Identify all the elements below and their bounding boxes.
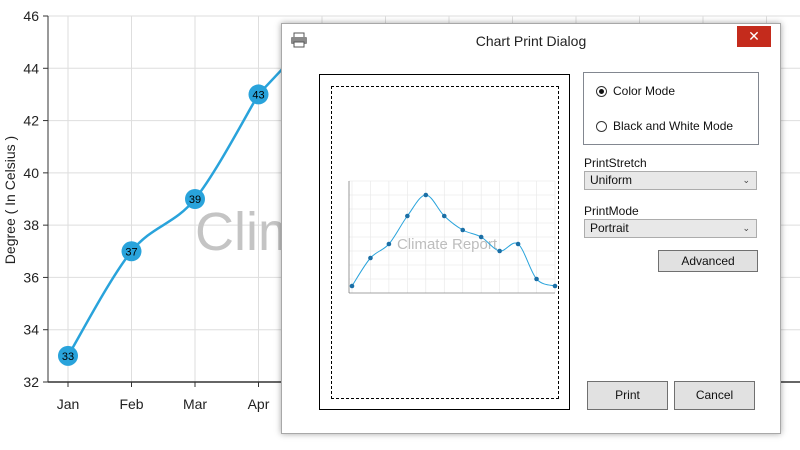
preview-data-point	[423, 192, 429, 198]
data-label: 43	[252, 89, 264, 101]
preview-data-point	[460, 227, 466, 233]
data-label: 37	[125, 246, 137, 258]
x-axis-ticks: Jan Feb Mar Apr	[57, 382, 270, 412]
preview-data-point	[515, 241, 521, 247]
x-tick-label: Mar	[183, 396, 207, 412]
y-tick-label: 40	[23, 165, 39, 181]
preview-data-point	[368, 255, 373, 261]
print-stretch-value: Uniform	[590, 173, 633, 187]
preview-data-point	[478, 234, 484, 240]
y-tick-label: 32	[23, 374, 39, 390]
preview-page-margin: Climate Report	[331, 86, 559, 399]
close-button[interactable]: ✕	[737, 26, 771, 47]
chevron-down-icon: ⌄	[742, 175, 750, 185]
print-dialog: Chart Print Dialog ✕ Climate Report Colo…	[281, 23, 781, 434]
dialog-title: Chart Print Dialog	[475, 33, 587, 49]
chevron-down-icon: ⌄	[742, 223, 750, 233]
bw-mode-option[interactable]: Black and White Mode	[596, 119, 733, 133]
preview-data-point	[552, 283, 558, 289]
print-stretch-select[interactable]: Uniform ⌄	[584, 171, 757, 190]
x-tick-label: Feb	[119, 396, 143, 412]
color-mode-group: Color Mode Black and White Mode	[583, 72, 759, 145]
y-tick-label: 42	[23, 113, 39, 129]
cancel-button[interactable]: Cancel	[674, 381, 755, 410]
preview-data-point	[497, 248, 502, 254]
print-mode-value: Portrait	[590, 221, 629, 235]
y-axis-ticks: 32 34 36 38 40 42 44 46	[23, 8, 48, 390]
y-tick-label: 46	[23, 8, 39, 24]
color-mode-label: Color Mode	[613, 84, 676, 98]
print-stretch-label: PrintStretch	[584, 156, 647, 170]
y-tick-label: 44	[23, 60, 39, 76]
data-label: 39	[189, 194, 201, 206]
color-mode-radio[interactable]	[596, 85, 607, 97]
bw-mode-radio[interactable]	[596, 120, 607, 132]
y-tick-label: 34	[23, 322, 39, 338]
print-button[interactable]: Print	[587, 381, 668, 410]
preview-data-point	[386, 241, 392, 247]
print-preview: Climate Report	[319, 74, 570, 410]
preview-data-point	[349, 283, 355, 289]
color-mode-option[interactable]: Color Mode	[596, 84, 675, 98]
preview-data-point	[405, 213, 410, 219]
y-tick-label: 36	[23, 269, 39, 285]
y-axis-label: Degree ( In Celsius )	[2, 136, 18, 264]
preview-chart: Climate Report	[348, 180, 558, 294]
data-label: 33	[62, 351, 74, 363]
print-mode-select[interactable]: Portrait ⌄	[584, 219, 757, 238]
advanced-button[interactable]: Advanced	[658, 250, 758, 272]
y-tick-label: 38	[23, 217, 39, 233]
x-tick-label: Apr	[248, 396, 270, 412]
dialog-titlebar[interactable]: Chart Print Dialog ✕	[282, 24, 780, 56]
preview-data-point	[441, 213, 447, 219]
preview-data-point	[534, 276, 539, 282]
x-tick-label: Jan	[57, 396, 80, 412]
print-mode-label: PrintMode	[584, 204, 639, 218]
dialog-body: Climate Report Color Mode Black and Whit…	[282, 56, 780, 433]
bw-mode-label: Black and White Mode	[613, 119, 734, 133]
